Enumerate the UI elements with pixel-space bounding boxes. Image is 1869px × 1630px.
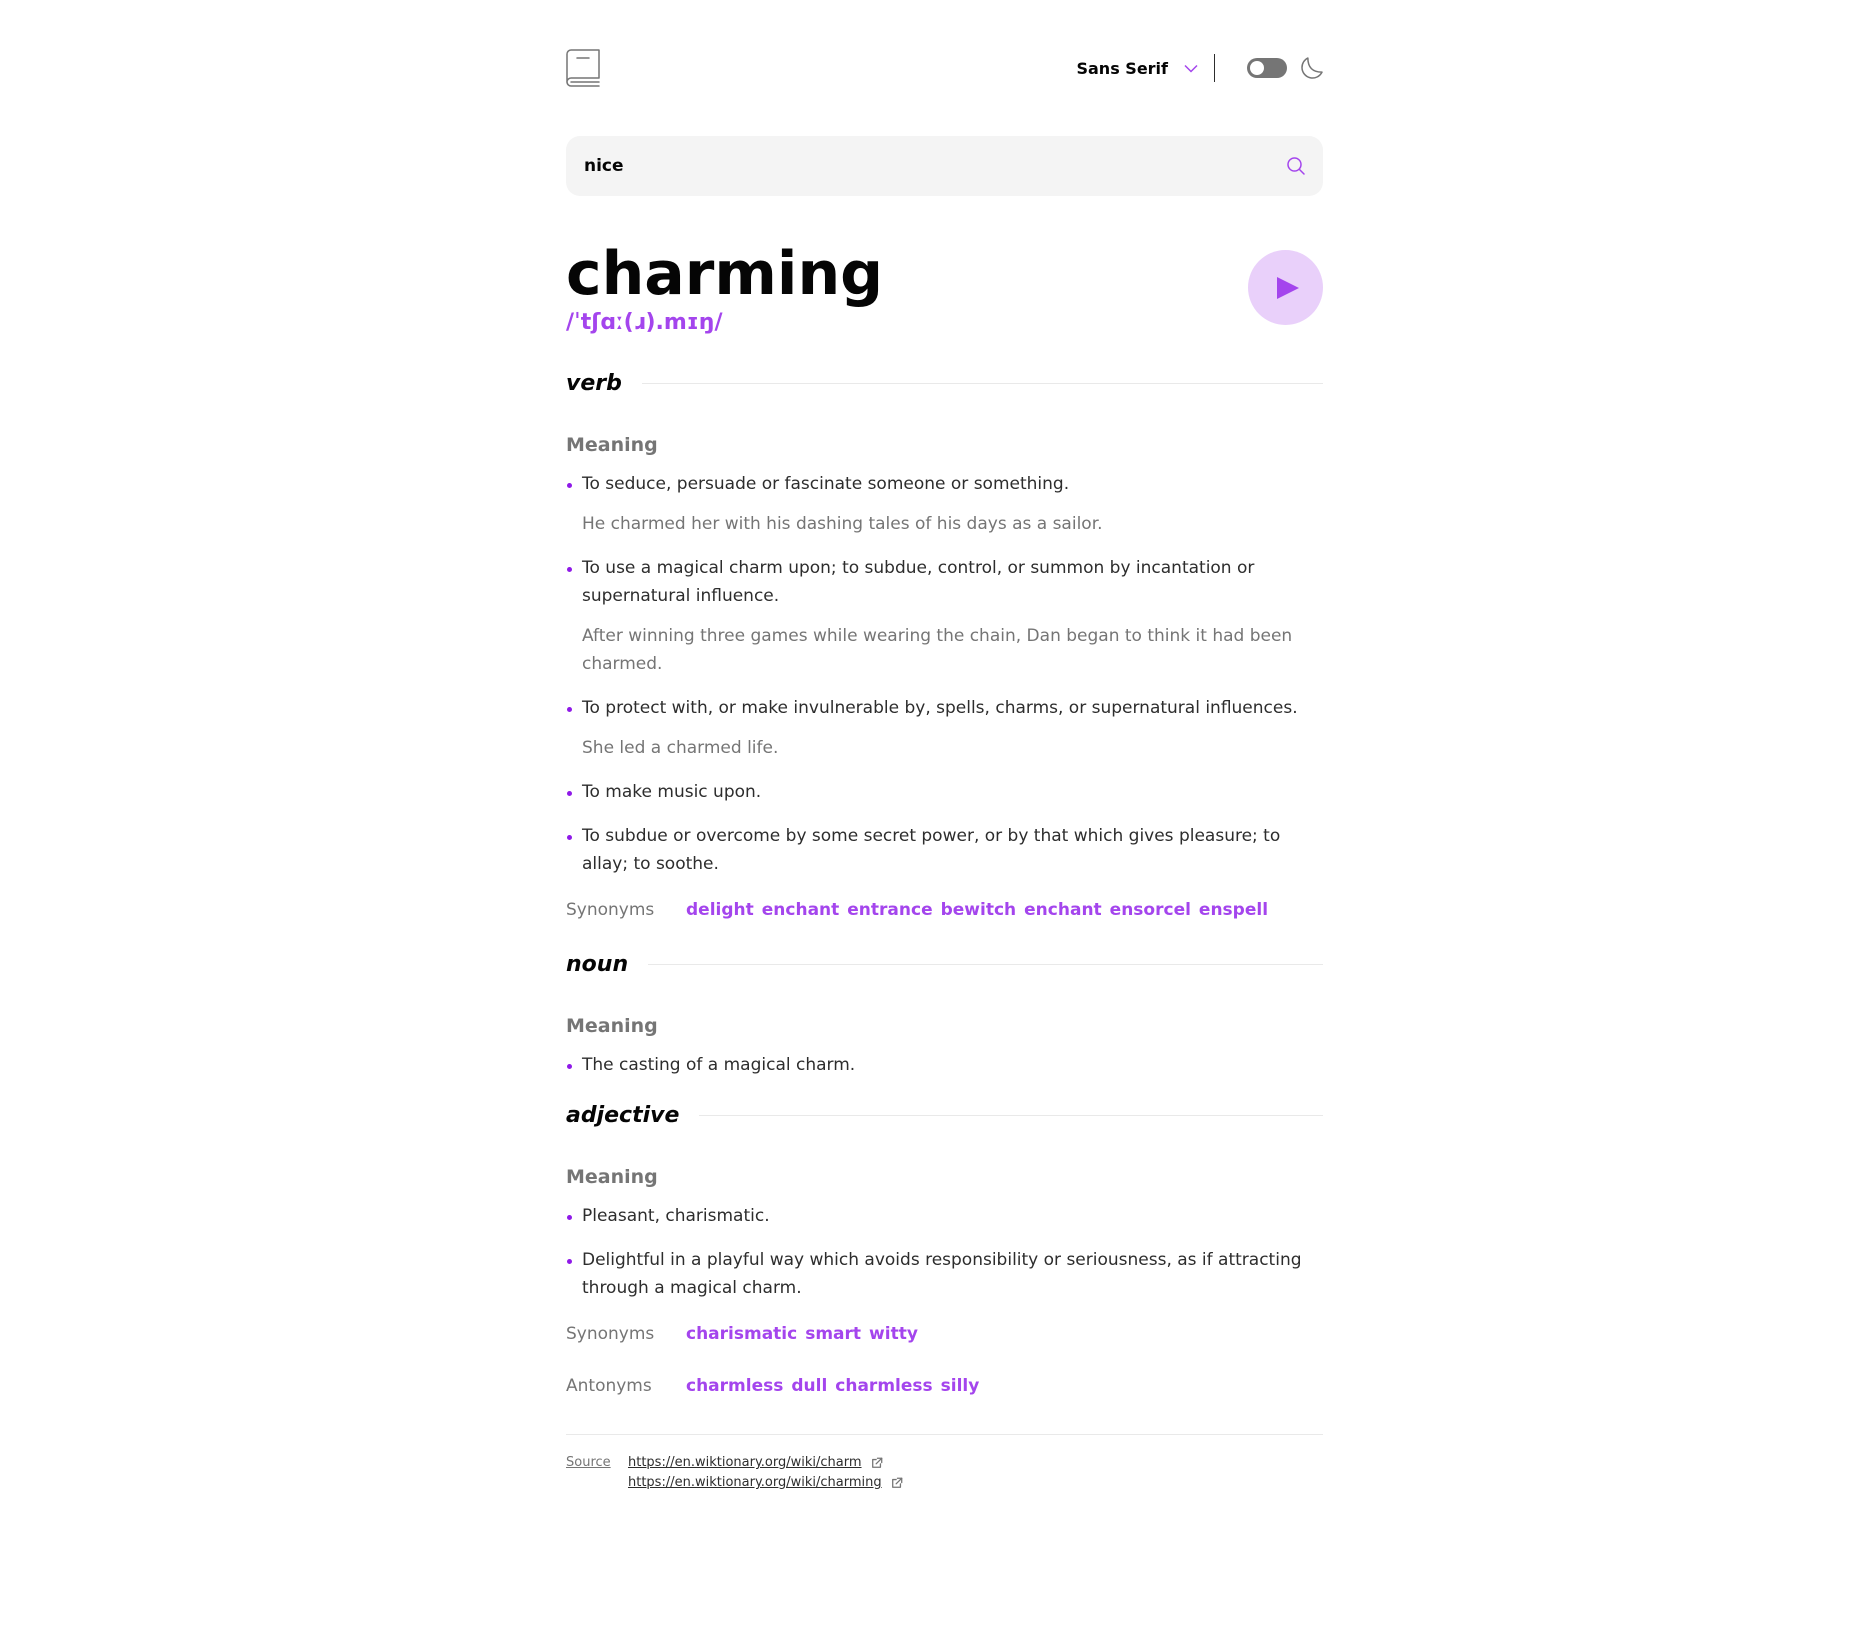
definition-item: To subdue or overcome by some secret pow… [566, 822, 1323, 878]
pos-divider [641, 383, 1323, 384]
definition-example: He charmed her with his dashing tales of… [582, 514, 1103, 534]
source-links: https://en.wiktionary.org/wiki/charm htt… [628, 1453, 903, 1493]
synonym-link[interactable]: witty [869, 1324, 918, 1344]
synonyms-label: Synonyms [566, 900, 655, 920]
pos-row: adjective [566, 1103, 1323, 1128]
theme-toggle[interactable] [1247, 58, 1287, 78]
synonyms-list: charismatic smart witty [686, 1324, 926, 1344]
source-link[interactable]: https://en.wiktionary.org/wiki/charm [628, 1453, 903, 1473]
synonyms-row: Synonyms charismatic smart witty [566, 1324, 1323, 1344]
definition-item: To protect with, or make invulnerable by… [566, 694, 1323, 762]
pos-divider [699, 1115, 1323, 1116]
antonyms-label: Antonyms [566, 1376, 652, 1396]
definition-item: Delightful in a playful way which avoids… [566, 1246, 1323, 1302]
synonym-link[interactable]: smart [805, 1324, 861, 1344]
pos-row: noun [566, 952, 1323, 977]
source-link-text: https://en.wiktionary.org/wiki/charm [628, 1455, 862, 1470]
definition-item: Pleasant, charismatic. [566, 1202, 1323, 1230]
definition-example: She led a charmed life. [582, 738, 779, 758]
synonym-link[interactable]: enchant [1024, 900, 1102, 920]
definition-text: To protect with, or make invulnerable by… [582, 698, 1298, 718]
definition-text: Delightful in a playful way which avoids… [582, 1250, 1302, 1298]
pos-row: verb [566, 371, 1323, 396]
app-header: Sans Serif [566, 48, 1323, 88]
antonym-link[interactable]: dull [791, 1376, 827, 1396]
definition-text: To make music upon. [582, 782, 762, 802]
synonyms-label: Synonyms [566, 1324, 655, 1344]
definition-text: To use a magical charm upon; to subdue, … [582, 558, 1255, 606]
external-link-icon [871, 1457, 882, 1468]
main-container: Sans Serif nice charming /ˈtʃɑː(ɹ).mɪŋ/ … [566, 48, 1323, 1493]
word-title: charming [566, 239, 884, 309]
synonym-link[interactable]: enchant [762, 900, 840, 920]
dictionary-page: Sans Serif nice charming /ˈtʃɑː(ɹ).mɪŋ/ … [0, 0, 1869, 1630]
play-audio-button[interactable] [1248, 250, 1323, 325]
source-footer: Source https://en.wiktionary.org/wiki/ch… [566, 1434, 1323, 1493]
header-divider [1214, 54, 1215, 82]
synonym-link[interactable]: enspell [1199, 900, 1268, 920]
search-icon[interactable] [1287, 157, 1305, 175]
definition-list: Pleasant, charismatic. Delightful in a p… [566, 1202, 1323, 1302]
search-input[interactable] [584, 136, 1287, 196]
header-controls: Sans Serif [1076, 54, 1323, 82]
source-link[interactable]: https://en.wiktionary.org/wiki/charming [628, 1473, 903, 1493]
definition-text: Pleasant, charismatic. [582, 1206, 770, 1226]
toggle-knob [1250, 61, 1264, 75]
meaning-section-verb: verb Meaning To seduce, persuade or fasc… [566, 371, 1323, 920]
moon-icon [1301, 57, 1323, 79]
synonym-link[interactable]: charismatic [686, 1324, 797, 1344]
antonyms-list: charmless dull charmless silly [686, 1376, 987, 1396]
definition-item: The casting of a magical charm. [566, 1051, 1323, 1079]
synonyms-list: delight enchant entrance bewitch enchant… [686, 900, 1276, 920]
book-icon[interactable] [566, 48, 600, 88]
definition-item: To make music upon. [566, 778, 1323, 806]
antonyms-row: Antonyms charmless dull charmless silly [566, 1376, 1323, 1396]
synonym-link[interactable]: delight [686, 900, 754, 920]
part-of-speech: verb [566, 371, 622, 396]
meaning-heading: Meaning [566, 1166, 658, 1188]
definition-list: The casting of a magical charm. [566, 1051, 1323, 1079]
chevron-down-icon [1184, 64, 1198, 73]
meaning-heading: Meaning [566, 1015, 658, 1037]
meaning-section-adjective: adjective Meaning Pleasant, charismatic.… [566, 1103, 1323, 1396]
meaning-heading: Meaning [566, 434, 658, 456]
definition-text: To seduce, persuade or fascinate someone… [582, 474, 1070, 494]
meaning-section-noun: noun Meaning The casting of a magical ch… [566, 952, 1323, 1079]
antonym-link[interactable]: silly [941, 1376, 980, 1396]
definition-list: To seduce, persuade or fascinate someone… [566, 470, 1323, 878]
antonym-link[interactable]: charmless [686, 1376, 783, 1396]
play-icon [1276, 276, 1299, 299]
search-bar [566, 136, 1323, 196]
definition-text: The casting of a magical charm. [582, 1055, 856, 1075]
definition-item: To seduce, persuade or fascinate someone… [566, 470, 1323, 538]
synonyms-row: Synonyms delight enchant entrance bewitc… [566, 900, 1323, 920]
definition-text: To subdue or overcome by some secret pow… [582, 826, 1281, 874]
phonetic-text: /ˈtʃɑː(ɹ).mɪŋ/ [566, 310, 723, 335]
word-info: charming /ˈtʃɑː(ɹ).mɪŋ/ [566, 244, 883, 335]
pos-divider [648, 964, 1323, 965]
font-family-dropdown[interactable]: Sans Serif [1076, 59, 1198, 78]
part-of-speech: adjective [566, 1103, 680, 1128]
word-header: charming /ˈtʃɑː(ɹ).mɪŋ/ [566, 244, 1323, 335]
definition-example: After winning three games while wearing … [582, 626, 1293, 674]
antonym-link[interactable]: charmless [835, 1376, 932, 1396]
source-label: Source [566, 1455, 611, 1470]
font-family-label: Sans Serif [1076, 58, 1168, 78]
source-link-text: https://en.wiktionary.org/wiki/charming [628, 1475, 882, 1490]
synonym-link[interactable]: ensorcel [1110, 900, 1191, 920]
part-of-speech: noun [566, 952, 629, 977]
external-link-icon [891, 1477, 902, 1488]
synonym-link[interactable]: entrance [847, 900, 932, 920]
definition-item: To use a magical charm upon; to subdue, … [566, 554, 1323, 678]
synonym-link[interactable]: bewitch [941, 900, 1017, 920]
